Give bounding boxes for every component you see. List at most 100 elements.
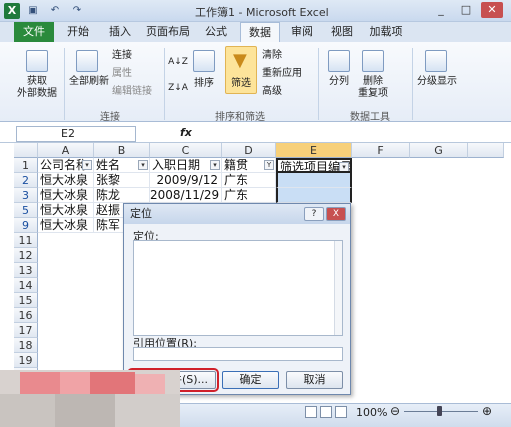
row-header[interactable]: 13 — [14, 263, 38, 278]
properties-button[interactable]: 属性 — [112, 68, 132, 80]
tab-data[interactable]: 数据 — [240, 22, 280, 42]
list-scrollbar[interactable] — [334, 241, 342, 335]
close-button[interactable]: ✕ — [481, 2, 503, 18]
name-box[interactable]: E2 — [16, 126, 136, 142]
goto-list[interactable] — [133, 240, 343, 336]
tab-insert[interactable]: 插入 — [102, 22, 138, 42]
table-cell[interactable]: 恒大冰泉 — [38, 203, 94, 218]
selected-cell-e2[interactable] — [276, 173, 352, 188]
table-header[interactable]: 公司名称 ▾ — [38, 158, 94, 173]
maximize-button[interactable]: □ — [455, 2, 477, 18]
sort-za-icon[interactable]: Z↓A — [168, 82, 188, 94]
table-cell[interactable]: 广东 — [222, 173, 276, 188]
select-all-corner[interactable] — [14, 143, 38, 158]
edit-links-button[interactable]: 编辑链接 — [112, 86, 152, 98]
row-header[interactable]: 3 — [14, 188, 38, 203]
save-icon[interactable]: ▣ — [26, 4, 40, 18]
table-header[interactable]: 入职日期 ▾ — [150, 158, 222, 173]
undo-icon[interactable]: ↶ — [48, 4, 62, 18]
filter-dropdown-icon[interactable]: ▾ — [339, 162, 349, 171]
remove-duplicates-button[interactable]: 删除 重复项 — [354, 76, 392, 100]
selected-cell[interactable] — [276, 188, 352, 203]
redo-icon[interactable]: ↷ — [70, 4, 84, 18]
zoom-in-icon[interactable]: ⊕ — [482, 404, 492, 418]
table-cell[interactable]: 恒大冰泉 — [38, 188, 94, 203]
external-data-icon[interactable] — [26, 50, 48, 72]
row-header[interactable]: 2 — [14, 173, 38, 188]
refresh-all-button[interactable]: 全部刷新 — [64, 76, 114, 88]
sort-button[interactable]: 排序 — [188, 78, 220, 90]
sort-icon[interactable] — [193, 50, 215, 72]
table-header[interactable]: 籍贯 Y — [222, 158, 276, 173]
cancel-button[interactable]: 取消 — [286, 371, 343, 389]
separator — [318, 48, 319, 120]
reapply-button[interactable]: 重新应用 — [262, 68, 302, 80]
row-header[interactable]: 15 — [14, 293, 38, 308]
table-cell[interactable]: 张黎 — [94, 173, 150, 188]
row-header[interactable]: 19 — [14, 353, 38, 368]
fx-icon[interactable]: fx — [180, 126, 192, 139]
page-layout-view-icon[interactable] — [320, 406, 332, 418]
column-header-d[interactable]: D — [222, 143, 276, 158]
table-cell[interactable]: 2008/11/29 — [150, 188, 222, 203]
zoom-out-icon[interactable]: ⊖ — [390, 404, 400, 418]
tab-page-layout[interactable]: 页面布局 — [142, 22, 194, 42]
refresh-icon[interactable] — [76, 50, 98, 72]
reference-input[interactable] — [133, 347, 343, 361]
column-header-e[interactable]: E — [276, 143, 352, 158]
outline-icon[interactable] — [425, 50, 447, 72]
filter-dropdown-icon[interactable]: ▾ — [210, 160, 220, 170]
zoom-level[interactable]: 100% — [356, 406, 387, 419]
table-cell[interactable]: 恒大冰泉 — [38, 173, 94, 188]
text-to-columns-icon[interactable] — [328, 50, 350, 72]
row-header[interactable]: 14 — [14, 278, 38, 293]
row-header[interactable]: 5 — [14, 203, 38, 218]
remove-duplicates-icon[interactable] — [362, 50, 384, 72]
separator — [164, 48, 165, 120]
normal-view-icon[interactable] — [305, 406, 317, 418]
column-header-c[interactable]: C — [150, 143, 222, 158]
table-cell[interactable]: 恒大冰泉 — [38, 218, 94, 233]
clear-button[interactable]: 清除 — [262, 50, 282, 62]
help-button[interactable]: ? — [304, 207, 324, 221]
column-header-g[interactable]: G — [410, 143, 468, 158]
table-header[interactable]: 姓名 ▾ — [94, 158, 150, 173]
funnel-icon[interactable]: ▼ — [233, 50, 247, 71]
tab-formulas[interactable]: 公式 — [198, 22, 234, 42]
filter-dropdown-icon[interactable]: ▾ — [138, 160, 148, 170]
ok-button[interactable]: 确定 — [222, 371, 279, 389]
sort-az-icon[interactable]: A↓Z — [168, 56, 188, 68]
row-header[interactable]: 12 — [14, 248, 38, 263]
filter-button[interactable]: 筛选 — [225, 78, 257, 90]
row-header[interactable]: 17 — [14, 323, 38, 338]
row-header[interactable]: 1 — [14, 158, 38, 173]
tab-review[interactable]: 审阅 — [284, 22, 320, 42]
text-to-columns-button[interactable]: 分列 — [322, 76, 356, 88]
tab-addins[interactable]: 加载项 — [364, 22, 408, 42]
advanced-button[interactable]: 高级 — [262, 86, 282, 98]
filter-active-icon[interactable]: Y — [264, 160, 274, 170]
row-header[interactable]: 16 — [14, 308, 38, 323]
column-header-b[interactable]: B — [94, 143, 150, 158]
row-header[interactable]: 11 — [14, 233, 38, 248]
connections-button[interactable]: 连接 — [112, 50, 132, 62]
zoom-slider-thumb[interactable] — [437, 406, 442, 416]
table-cell[interactable]: 2009/9/12 — [150, 173, 222, 188]
page-break-view-icon[interactable] — [335, 406, 347, 418]
get-external-data-button[interactable]: 获取 外部数据 — [12, 76, 62, 100]
column-header-f[interactable]: F — [352, 143, 410, 158]
row-header[interactable]: 18 — [14, 338, 38, 353]
tab-file[interactable]: 文件 — [14, 22, 54, 42]
tab-home[interactable]: 开始 — [60, 22, 96, 42]
dialog-close-button[interactable]: X — [326, 207, 346, 221]
row-header[interactable]: 9 — [14, 218, 38, 233]
column-header-a[interactable]: A — [38, 143, 94, 158]
table-cell[interactable]: 广东 — [222, 188, 276, 203]
minimize-button[interactable]: _ — [430, 2, 452, 18]
table-cell[interactable]: 陈龙 — [94, 188, 150, 203]
tab-view[interactable]: 视图 — [324, 22, 360, 42]
column-header-h[interactable] — [468, 143, 504, 158]
table-header[interactable]: 筛选项目编号 ▾ — [276, 158, 352, 173]
filter-dropdown-icon[interactable]: ▾ — [82, 160, 92, 170]
outline-button[interactable]: 分级显示 — [413, 76, 461, 88]
